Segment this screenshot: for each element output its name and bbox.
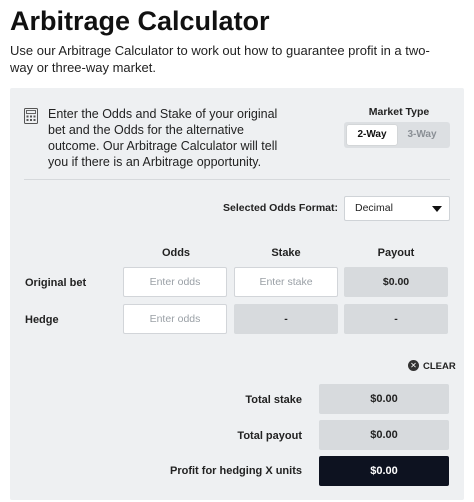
row-label-hedge: Hedge: [25, 314, 59, 326]
divider: [24, 179, 450, 180]
market-type-2way-button[interactable]: 2-Way: [347, 125, 397, 145]
odds-format-select[interactable]: Decimal: [344, 196, 450, 221]
market-type-3way-button[interactable]: 3-Way: [397, 125, 447, 145]
original-stake-input[interactable]: Enter stake: [234, 267, 338, 297]
column-header-odds: Odds: [161, 247, 191, 259]
total-payout-value: $0.00: [319, 420, 449, 450]
calculator-icon: [24, 108, 38, 124]
hedge-odds-input[interactable]: Enter odds: [123, 304, 227, 334]
close-circle-icon[interactable]: ✕: [408, 360, 419, 371]
profit-label: Profit for hedging X units: [170, 465, 302, 477]
odds-format-label: Selected Odds Format:: [223, 202, 338, 214]
calculator-panel: Enter the Odds and Stake of your origina…: [10, 88, 464, 500]
column-header-stake: Stake: [271, 247, 301, 259]
odds-format-value: Decimal: [355, 202, 393, 214]
profit-value: $0.00: [319, 456, 449, 486]
original-odds-input[interactable]: Enter odds: [123, 267, 227, 297]
total-stake-value: $0.00: [319, 384, 449, 414]
caret-down-icon: [432, 206, 442, 212]
total-payout-label: Total payout: [237, 430, 302, 442]
page-subtitle: Use our Arbitrage Calculator to work out…: [10, 43, 430, 75]
intro-text: Enter the Odds and Stake of your origina…: [48, 107, 278, 169]
market-type-toggle: 2-Way 3-Way: [344, 122, 450, 148]
hedge-payout-value: -: [344, 304, 448, 334]
market-type-label: Market Type: [368, 106, 430, 118]
total-stake-label: Total stake: [245, 394, 302, 406]
column-header-payout: Payout: [377, 247, 415, 259]
page-title: Arbitrage Calculator: [10, 6, 270, 36]
row-label-original-bet: Original bet: [25, 277, 87, 289]
original-payout-value: $0.00: [344, 267, 448, 297]
hedge-stake-value: -: [234, 304, 338, 334]
clear-button[interactable]: CLEAR: [423, 361, 456, 372]
